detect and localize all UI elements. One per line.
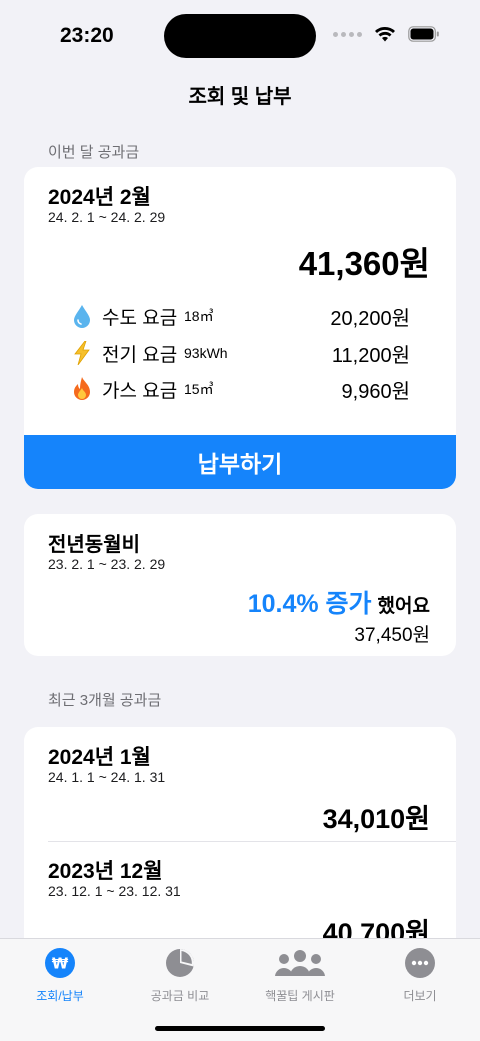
wifi-icon xyxy=(375,27,395,42)
bill-name: 가스 요금 xyxy=(102,380,178,402)
recent-period: 23. 12. 1 ~ 23. 12. 31 xyxy=(48,883,181,899)
bill-row-gas[interactable]: 가스 요금 15㎥ 9,960원 xyxy=(70,372,410,406)
fire-icon xyxy=(70,376,94,402)
cellular-signal-icon xyxy=(333,31,362,37)
water-drop-icon xyxy=(70,303,94,329)
compare-change-value: 10.4% 증가 xyxy=(247,590,372,618)
compare-previous-total: 37,450원 xyxy=(354,625,430,646)
svg-text:₩: ₩ xyxy=(52,955,69,973)
more-icon xyxy=(404,947,436,979)
tab-label: 핵꿀팁 게시판 xyxy=(265,989,335,1003)
bill-name: 수도 요금 xyxy=(102,307,178,329)
recent-period: 24. 1. 1 ~ 24. 1. 31 xyxy=(48,769,166,785)
compare-change-suffix: 했어요 xyxy=(377,596,430,617)
bill-amount: 20,200원 xyxy=(330,307,410,330)
battery-icon xyxy=(408,26,439,42)
people-icon xyxy=(272,947,328,979)
compare-title: 전년동월비 xyxy=(48,534,140,556)
status-icons xyxy=(333,26,440,42)
bill-name: 전기 요금 xyxy=(102,344,178,366)
tab-tips-board[interactable]: 핵꿀팁 게시판 xyxy=(240,947,360,1004)
recent-month: 2023년 12월 xyxy=(48,860,163,883)
bill-row-water[interactable]: 수도 요금 18㎥ 20,200원 xyxy=(70,299,410,333)
bill-usage: 93kWh xyxy=(184,345,228,361)
pie-chart-icon xyxy=(164,947,196,979)
pay-button[interactable]: 납부하기 xyxy=(24,435,456,489)
tab-label: 조회/납부 xyxy=(36,989,84,1003)
tab-bill-compare[interactable]: 공과금 비교 xyxy=(120,947,240,1004)
page-title: 조회 및 납부 xyxy=(188,86,292,108)
recent-bills-card: 2024년 1월 24. 1. 1 ~ 24. 1. 31 34,010원 20… xyxy=(24,727,456,967)
compare-change-line: 10.4% 증가 했어요 xyxy=(248,584,430,620)
bill-row-electricity[interactable]: 전기 요금 93kWh 11,200원 xyxy=(70,336,410,370)
compare-card[interactable]: 전년동월비 23. 2. 1 ~ 23. 2. 29 10.4% 증가 했어요 … xyxy=(24,514,456,656)
dynamic-island xyxy=(164,14,316,58)
tab-label: 더보기 xyxy=(403,989,437,1003)
recent-month: 2024년 1월 xyxy=(48,746,151,769)
won-icon: ₩ xyxy=(44,947,76,979)
section-label-this-month: 이번 달 공과금 xyxy=(48,144,140,161)
divider xyxy=(48,841,456,842)
tab-more[interactable]: 더보기 xyxy=(360,947,480,1004)
bill-usage: 15㎥ xyxy=(184,381,214,397)
bill-amount: 11,200원 xyxy=(331,344,410,367)
recent-total: 34,010원 xyxy=(322,804,430,834)
status-time: 23:20 xyxy=(60,24,114,47)
lightning-icon xyxy=(70,340,94,366)
current-month: 2024년 2월 xyxy=(48,186,151,209)
compare-period: 23. 2. 1 ~ 23. 2. 29 xyxy=(48,556,166,572)
home-indicator xyxy=(155,1026,325,1031)
current-bill-card: 2024년 2월 24. 2. 1 ~ 24. 2. 29 41,360원 수도… xyxy=(24,167,456,489)
status-bar: 23:20 xyxy=(0,0,480,72)
bill-usage: 18㎥ xyxy=(184,308,214,324)
tab-bar: ₩ 조회/납부 공과금 비교 핵꿀팁 게시판 더보기 xyxy=(0,938,480,1041)
tab-label: 공과금 비교 xyxy=(150,989,210,1003)
current-period: 24. 2. 1 ~ 24. 2. 29 xyxy=(48,209,166,225)
bill-amount: 9,960원 xyxy=(341,380,410,403)
section-label-recent: 최근 3개월 공과금 xyxy=(48,692,162,709)
current-total: 41,360원 xyxy=(298,245,430,282)
tab-inquiry-payment[interactable]: ₩ 조회/납부 xyxy=(0,947,120,1004)
